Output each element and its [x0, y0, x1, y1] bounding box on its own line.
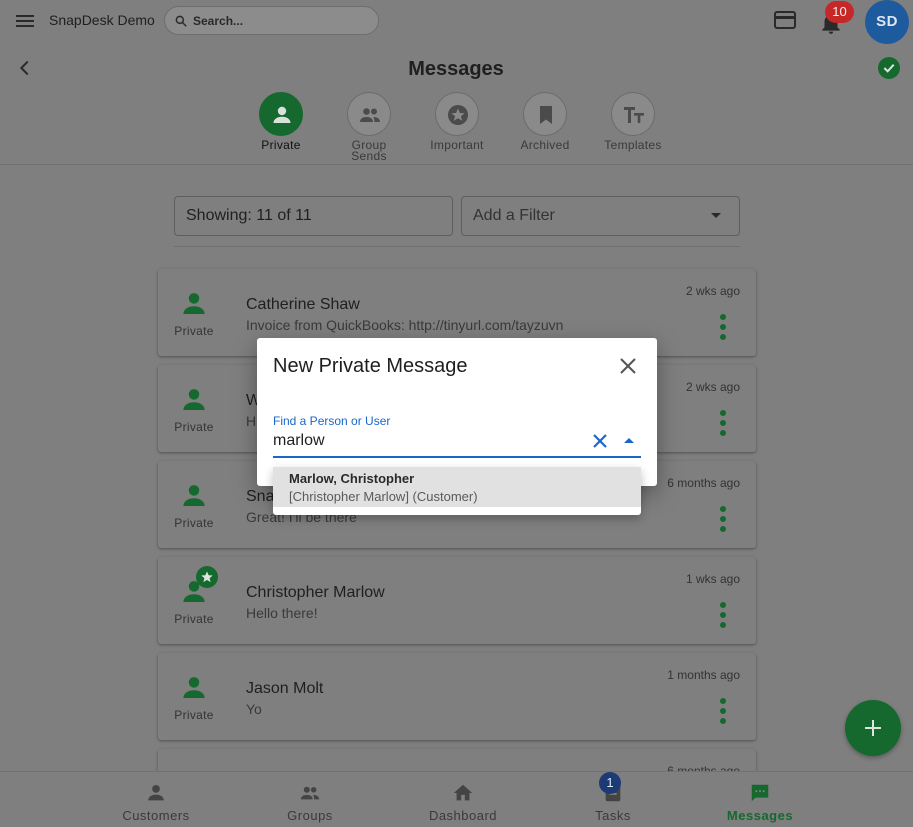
more-vert-icon[interactable]	[720, 314, 728, 344]
tab-private-circle	[259, 92, 303, 136]
chevron-up-icon[interactable]	[624, 438, 634, 443]
tab-archived[interactable]: Archived	[510, 92, 580, 151]
app-title: SnapDesk Demo	[49, 12, 155, 28]
person-icon	[273, 106, 291, 123]
message-icon	[751, 784, 769, 802]
person-icon	[183, 677, 205, 698]
status-check-icon	[878, 57, 900, 79]
more-vert-icon[interactable]	[720, 410, 728, 440]
message-contact-name: Sna	[246, 488, 275, 505]
nav-label: Groups	[287, 808, 333, 823]
search-icon	[175, 15, 187, 27]
bookmark-icon	[540, 106, 552, 124]
message-type-label: Private	[174, 708, 214, 722]
add-filter-select[interactable]: Add a Filter	[461, 196, 740, 236]
message-card[interactable]: Private Christopher Marlow Hello there! …	[158, 557, 756, 644]
suggestion-item[interactable]: Marlow, Christopher [Christopher Marlow]…	[273, 467, 641, 507]
message-contact-name: Catherine Shaw	[246, 296, 360, 313]
add-icon	[865, 720, 881, 736]
app-bar: SnapDesk Demo 10 SD	[0, 0, 913, 44]
tab-group-sends[interactable]: Group Sends	[334, 92, 404, 162]
message-type-label: Private	[174, 420, 214, 434]
tab-important[interactable]: Important	[422, 92, 492, 151]
message-type-label: Private	[174, 516, 214, 530]
clear-icon[interactable]	[591, 432, 609, 455]
credit-card-icon[interactable]	[773, 8, 797, 37]
star-icon	[448, 105, 468, 125]
nav-label: Tasks	[595, 808, 631, 823]
person-icon	[183, 485, 205, 506]
new-private-message-dialog: New Private Message Find a Person or Use…	[257, 338, 657, 486]
text-format-icon	[624, 107, 644, 123]
message-preview: H	[246, 413, 257, 429]
message-timestamp: 2 wks ago	[685, 284, 740, 298]
message-timestamp: 1 months ago	[667, 668, 740, 682]
message-card[interactable]: Private Jason Molt Yo 1 months ago	[158, 653, 756, 740]
tab-label: Archived	[520, 138, 570, 152]
person-icon	[183, 293, 205, 314]
dialog-title: New Private Message	[273, 355, 468, 377]
nav-label: Customers	[122, 808, 190, 823]
message-contact-name: Christopher Marlow	[246, 584, 385, 601]
person-suggestions-list: Marlow, Christopher [Christopher Marlow]…	[273, 467, 641, 515]
message-timestamp: 6 months ago	[667, 476, 740, 490]
tab-templates-circle	[611, 92, 655, 136]
search-input[interactable]	[193, 12, 363, 30]
notifications-badge: 10	[825, 1, 854, 23]
message-contact-name: Jason Molt	[246, 680, 324, 697]
bottom-navigation: Customers Groups Dashboard Tasks Message…	[0, 771, 913, 827]
message-type-label: Private	[174, 324, 214, 338]
more-vert-icon[interactable]	[720, 602, 728, 632]
group-icon	[360, 108, 380, 122]
nav-messages[interactable]: Messages	[710, 782, 810, 823]
person-icon	[183, 389, 205, 410]
tab-templates[interactable]: Templates	[598, 92, 668, 151]
chevron-down-icon	[711, 213, 721, 218]
tasks-count-badge: 1	[599, 772, 621, 794]
message-preview: Invoice from QuickBooks: http://tinyurl.…	[246, 317, 564, 333]
tab-label: Important	[430, 138, 484, 152]
close-icon[interactable]	[619, 357, 637, 380]
suggestion-detail: [Christopher Marlow] (Customer)	[289, 489, 478, 504]
person-search-label: Find a Person or User	[273, 414, 391, 428]
nav-label: Dashboard	[428, 808, 498, 823]
tab-label: Group Sends	[351, 138, 387, 163]
nav-dashboard[interactable]: Dashboard	[413, 782, 513, 823]
search-box[interactable]	[164, 6, 379, 35]
more-vert-icon[interactable]	[720, 698, 728, 728]
new-message-button[interactable]	[845, 700, 901, 756]
nav-groups[interactable]: Groups	[260, 782, 360, 823]
header-divider	[0, 164, 913, 165]
add-filter-label: Add a Filter	[473, 207, 555, 224]
message-preview: Yo	[246, 701, 262, 717]
menu-icon[interactable]	[13, 9, 37, 33]
home-icon	[453, 784, 473, 801]
suggestion-name: Marlow, Christopher	[289, 471, 415, 486]
person-icon	[148, 785, 164, 801]
more-vert-icon[interactable]	[720, 506, 728, 536]
message-type-label: Private	[174, 612, 214, 626]
tab-label: Templates	[604, 138, 662, 152]
tab-group-sends-circle	[347, 92, 391, 136]
message-timestamp: 1 wks ago	[685, 572, 740, 586]
input-underline	[273, 456, 641, 458]
message-preview: Hello there!	[246, 605, 318, 621]
message-timestamp: 2 wks ago	[685, 380, 740, 394]
nav-customers[interactable]: Customers	[106, 782, 206, 823]
nav-label: Messages	[726, 808, 794, 823]
tab-important-circle	[435, 92, 479, 136]
person-search-input[interactable]	[273, 430, 573, 452]
page-title: Messages	[408, 58, 504, 80]
user-avatar[interactable]: SD	[865, 0, 909, 44]
tab-private[interactable]: Private	[246, 92, 316, 151]
group-icon	[300, 786, 320, 800]
back-chevron-icon[interactable]	[14, 57, 36, 84]
filter-divider	[174, 246, 740, 247]
showing-count-field: Showing: 11 of 11	[174, 196, 453, 236]
tab-label: Private	[261, 138, 301, 152]
tab-archived-circle	[523, 92, 567, 136]
star-icon	[201, 571, 213, 583]
starred-badge	[196, 566, 218, 588]
